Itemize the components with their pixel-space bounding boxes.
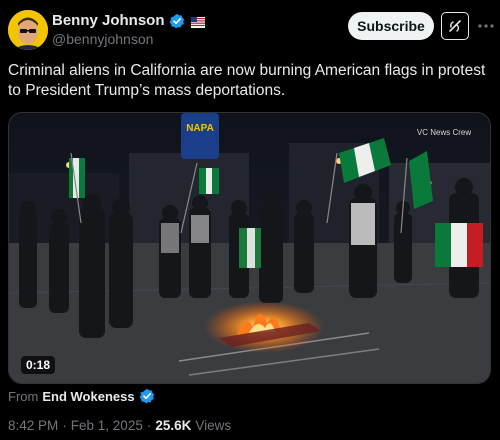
- verified-badge-icon: [139, 388, 155, 404]
- verified-badge-icon: [169, 13, 185, 29]
- video-player[interactable]: NAPA VC News Crew 0:18: [8, 112, 491, 384]
- avatar[interactable]: [8, 10, 48, 50]
- grok-icon[interactable]: [441, 12, 469, 40]
- video-watermark: VC News Crew: [417, 128, 471, 137]
- post-header: Benny Johnson @bennyjohnson Subscribe: [0, 0, 500, 60]
- post-text: Criminal aliens in California are now bu…: [8, 62, 486, 99]
- author-handle[interactable]: @bennyjohnson: [52, 31, 153, 47]
- mexican-flag: [435, 223, 483, 267]
- source-account-link[interactable]: End Wokeness: [42, 389, 134, 404]
- post-meta: 8:42 PM · Feb 1, 2025 · 25.6K Views: [8, 418, 231, 433]
- napa-sign-text: NAPA: [186, 123, 214, 134]
- author-name[interactable]: Benny Johnson: [52, 12, 165, 29]
- mexican-flag: [239, 228, 261, 268]
- napa-sign: [181, 113, 219, 159]
- attribution-prefix: From: [8, 388, 39, 404]
- meta-separator: ·: [62, 418, 67, 433]
- subscribe-button[interactable]: Subscribe: [348, 12, 434, 40]
- more-options-icon[interactable]: [476, 12, 496, 40]
- name-row: Benny Johnson: [52, 12, 205, 29]
- burning-flag-fire: [204, 301, 324, 353]
- post-date[interactable]: Feb 1, 2025: [71, 418, 143, 433]
- views-label: Views: [195, 418, 232, 433]
- video-frame: NAPA VC News Crew: [9, 113, 490, 383]
- video-duration: 0:18: [21, 356, 56, 374]
- post-time[interactable]: 8:42 PM: [8, 418, 58, 433]
- meta-separator: ·: [146, 418, 152, 433]
- affiliation-flag-icon[interactable]: [190, 15, 205, 28]
- attribution-row: From End Wokeness: [8, 388, 155, 404]
- views-count: 25.6K: [155, 418, 192, 433]
